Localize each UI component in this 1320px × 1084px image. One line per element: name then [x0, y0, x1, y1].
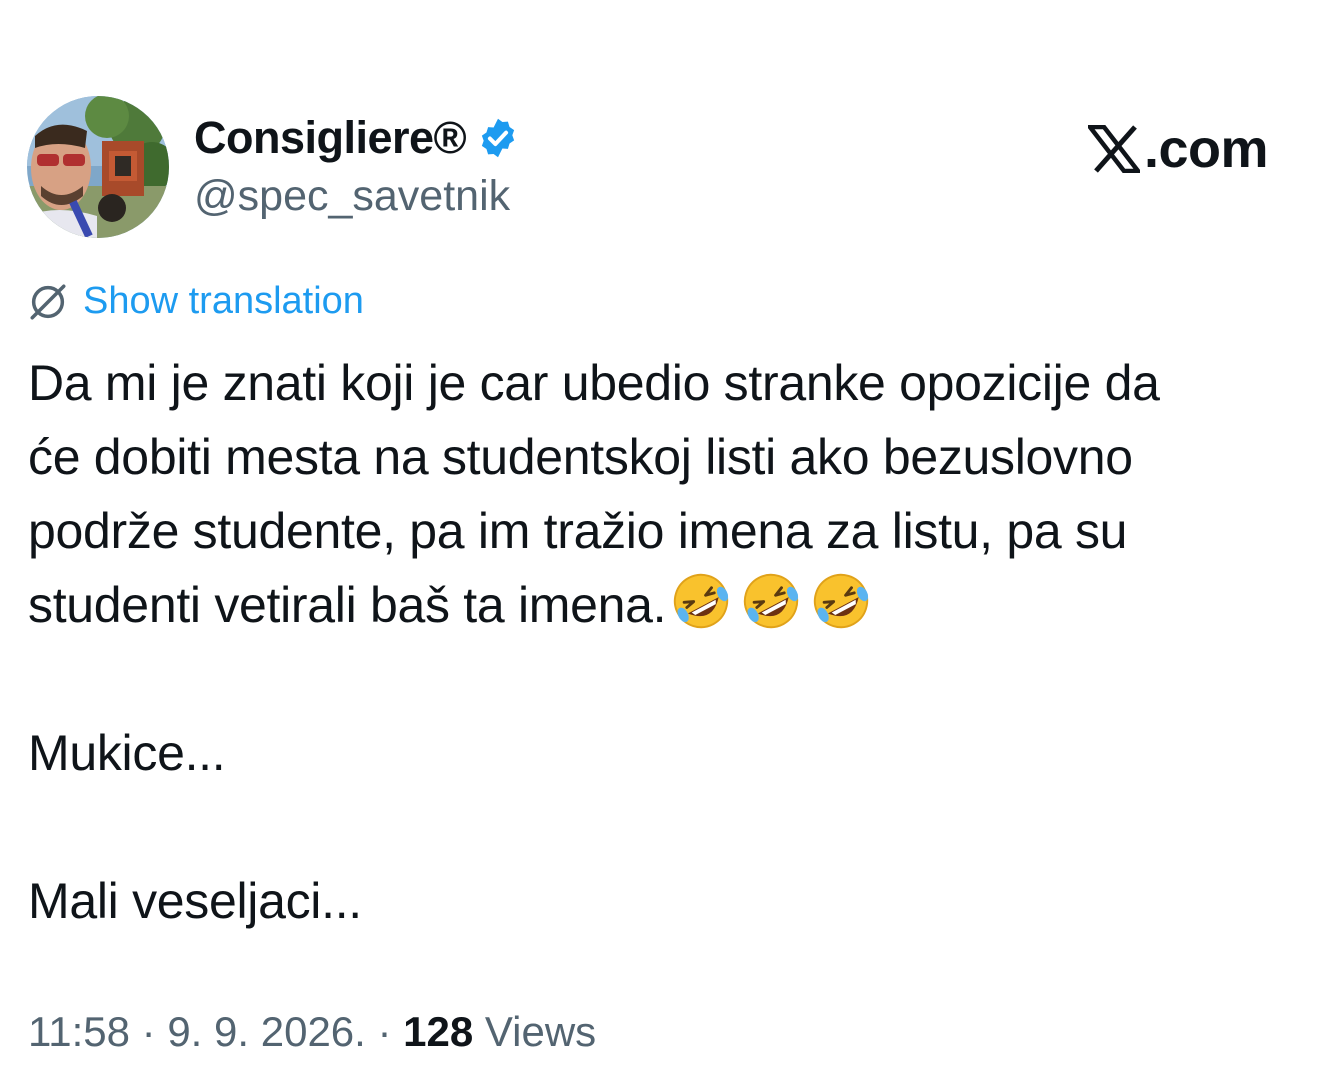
tweet-line: Da mi je znati koji je car ubedio strank…	[28, 346, 1298, 420]
emoji-group	[670, 570, 872, 632]
tweet-meta: 11:58 · 9. 9. 2026. · 128 Views	[28, 1008, 596, 1056]
tweet-date[interactable]: 9. 9. 2026.	[167, 1008, 366, 1055]
views-count: 128	[403, 1008, 474, 1055]
meta-separator: ·	[365, 1008, 404, 1055]
author-display-name[interactable]: Consigliere®	[194, 112, 467, 164]
tweet-line: Mali veseljaci...	[28, 864, 1298, 938]
tweet-line: će dobiti mesta na studentskoj listi ako…	[28, 420, 1298, 494]
tweet-line-6: Mali veseljaci...	[28, 873, 362, 929]
avatar-image	[27, 96, 169, 238]
x-logo-icon	[1087, 125, 1140, 173]
meta-separator: ·	[130, 1008, 168, 1055]
author-handle[interactable]: @spec_savetnik	[194, 172, 510, 221]
tweet-line: Mukice...	[28, 716, 1298, 790]
x-logo: .com	[1087, 118, 1269, 180]
tweet-line-1: Da mi je znati koji je car ubedio strank…	[28, 355, 1160, 411]
tweet-time[interactable]: 11:58	[28, 1008, 130, 1055]
tweet-line-4: studenti vetirali baš ta imena.	[28, 577, 667, 633]
rolling-on-floor-laughing-emoji	[744, 573, 799, 629]
x-logo-domain: .com	[1143, 119, 1269, 179]
avatar[interactable]	[27, 96, 169, 238]
verified-badge-icon	[476, 116, 520, 160]
rolling-on-floor-laughing-emoji	[674, 573, 729, 629]
author-name-row[interactable]: Consigliere®	[194, 110, 520, 166]
tweet-line-3: podrže studente, pa im tražio imena za l…	[28, 503, 1128, 559]
tweet-line: podrže studente, pa im tražio imena za l…	[28, 494, 1298, 568]
globe-slash-icon	[30, 284, 66, 319]
views-label: Views	[473, 1008, 597, 1055]
tweet-line: studenti vetirali baš ta imena.	[28, 568, 1298, 642]
show-translation-button[interactable]: Show translation	[27, 280, 364, 323]
show-translation-label[interactable]: Show translation	[83, 280, 364, 323]
rolling-on-floor-laughing-emoji	[814, 573, 869, 629]
tweet-text: Da mi je znati koji je car ubedio strank…	[28, 346, 1298, 938]
tweet-line-5: Mukice...	[28, 725, 226, 781]
tweet-line-2: će dobiti mesta na studentskoj listi ako…	[28, 429, 1133, 485]
